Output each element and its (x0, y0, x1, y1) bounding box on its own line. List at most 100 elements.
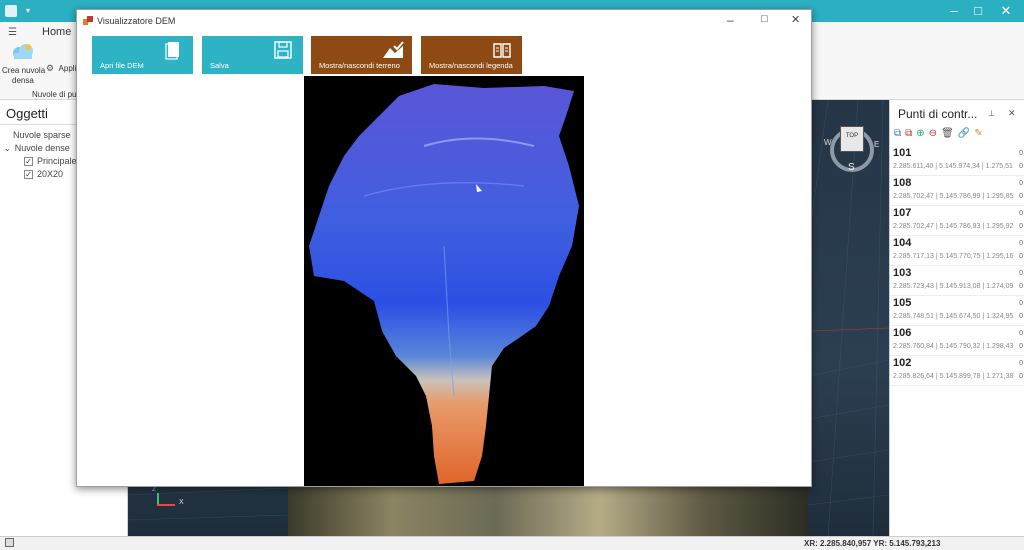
save-status-icon[interactable] (5, 538, 14, 547)
dem-minimize-button[interactable]: – (727, 13, 734, 27)
control-point-id: 104 (893, 237, 912, 249)
remove-icon[interactable]: ⊖ (929, 128, 937, 142)
checkbox-principale[interactable]: ✓ (24, 156, 33, 166)
control-point-value: 0 (1019, 283, 1023, 290)
control-points-panel: Punti di contr... ⊥ ✕ ⧉ ⧉ ⊕ ⊖ 🗑 🔗 ✎ 101 0… (889, 100, 1024, 536)
control-point-id: 103 (893, 267, 912, 279)
control-point-row[interactable]: 104 0 2.285.717,13 | 5.145.770,75 | 1.295,… (890, 236, 1024, 266)
checkbox-20x20[interactable]: ✓ (24, 169, 33, 179)
tree-item-20x20[interactable]: ✓ 20X20 (24, 169, 63, 179)
save-label: Salva (210, 61, 229, 70)
control-point-id: 106 (893, 327, 912, 339)
control-point-coordinates: 2.285.723,43 | 5.145.913,08 | 1.274,09 (893, 283, 1014, 290)
control-point-value: 0 (1019, 313, 1023, 320)
control-point-row[interactable]: 103 0 2.285.723,43 | 5.145.913,08 | 1.274,… (890, 266, 1024, 296)
tab-home[interactable]: Home (42, 26, 71, 38)
maximize-button[interactable]: □ (968, 3, 988, 18)
link-icon[interactable]: 🔗 (958, 128, 970, 142)
tree-item-dense-clouds[interactable]: ⌄ Nuvole dense (4, 143, 70, 153)
create-dense-cloud-label-1: Crea nuvola (2, 66, 46, 75)
file-menu-icon[interactable]: ☰ (8, 27, 22, 38)
cloud-icon (13, 44, 33, 59)
app-logo-icon (5, 5, 17, 17)
book-icon (493, 43, 511, 58)
dem-elevation-render (309, 84, 579, 484)
open-dem-file-label: Apri file DEM (100, 61, 144, 70)
toggle-legend-label: Mostra/nascondi legenda (429, 61, 513, 70)
control-point-count: 0 (1019, 240, 1023, 247)
pin-icon[interactable]: ⊥ (988, 109, 995, 118)
control-point-row[interactable]: 107 0 2.285.702,47 | 5.145.786,93 | 1.295,… (890, 206, 1024, 236)
control-point-coordinates: 2.285.826,64 | 5.145.899,78 | 1.271,38 (893, 373, 1014, 380)
control-point-id: 101 (893, 147, 912, 159)
control-point-row[interactable]: 105 0 2.285.748,51 | 5.145.674,50 | 1.324,… (890, 296, 1024, 326)
control-point-id: 107 (893, 207, 912, 219)
axis-z-label: Z (152, 486, 157, 493)
axis-indicator: Z X (152, 486, 192, 516)
view-cube[interactable]: TOP W E S (824, 122, 884, 182)
minimize-button[interactable]: – (944, 3, 964, 18)
apply-icon: ⚙ (46, 63, 55, 73)
axis-x-line (157, 504, 175, 506)
control-point-count: 0 (1019, 180, 1023, 187)
close-button[interactable]: ✕ (996, 3, 1016, 19)
create-dense-cloud-button[interactable]: Crea nuvola densa (0, 42, 46, 90)
control-point-count: 0 (1019, 300, 1023, 307)
create-dense-cloud-label-2: densa (12, 76, 34, 85)
main-application-window: ▾ – □ ✕ ☰ Home Crea nuvola densa ⚙ Appli… (0, 0, 1024, 550)
control-point-coordinates: 2.285.611,40 | 5.145.974,34 | 1.275,51 (893, 163, 1013, 170)
open-dem-file-button[interactable]: Apri file DEM (92, 36, 193, 74)
import-icon[interactable]: ⧉ (905, 128, 912, 142)
dem-close-button[interactable]: ✕ (791, 13, 800, 26)
quick-access-dropdown[interactable]: ▾ (18, 6, 38, 15)
tree-item-sparse-clouds[interactable]: Nuvole sparse (13, 130, 71, 140)
save-button[interactable]: Salva (202, 36, 303, 74)
control-point-id: 105 (893, 297, 912, 309)
control-point-value: 0 (1019, 193, 1023, 200)
control-point-value: 0 (1019, 343, 1023, 350)
compass-east: E (874, 140, 880, 149)
control-point-count: 0 (1019, 330, 1023, 337)
panel-close-icon[interactable]: ✕ (1008, 108, 1016, 119)
control-point-row[interactable]: 106 0 2.285.760,84 | 5.145.790,32 | 1.298,… (890, 326, 1024, 356)
brush-icon[interactable]: ✎ (974, 128, 982, 142)
tree-item-principale[interactable]: ✓ Principale (24, 156, 77, 166)
toggle-legend-button[interactable]: Mostra/nascondi legenda (421, 36, 522, 74)
delete-icon[interactable]: 🗑 (941, 128, 954, 142)
copy-icon[interactable]: ⧉ (894, 128, 901, 142)
apply-label: Appli (58, 64, 77, 73)
control-point-value: 0 (1019, 373, 1023, 380)
dem-app-icon (83, 16, 93, 25)
dem-window-title: Visualizzatore DEM (97, 16, 176, 26)
expand-chevron-icon[interactable]: ⌄ (4, 144, 11, 153)
dem-maximize-button[interactable]: □ (761, 13, 768, 25)
axis-x-label: X (179, 499, 184, 506)
control-point-value: 0 (1019, 163, 1023, 170)
status-bar: XR: 2.285.840,957 YR: 5.145.793,213 (0, 536, 1024, 550)
control-point-row[interactable]: 102 0 2.285.826,64 | 5.145.899,78 | 1.271,… (890, 356, 1024, 386)
control-point-count: 0 (1019, 270, 1023, 277)
control-points-list: 101 0 2.285.611,40 | 5.145.974,34 | 1.275,… (890, 146, 1024, 386)
dem-viewer-dialog: Visualizzatore DEM – □ ✕ Apri file DEM S… (76, 9, 812, 487)
control-point-id: 108 (893, 177, 912, 189)
control-point-coordinates: 2.285.702,47 | 5.145.786,93 | 1.295,92 (893, 223, 1014, 230)
objects-panel-title: Oggetti (6, 106, 48, 121)
control-point-count: 0 (1019, 360, 1023, 367)
control-points-toolbar: ⧉ ⧉ ⊕ ⊖ 🗑 🔗 ✎ (894, 128, 1022, 142)
compass-south: S (848, 162, 855, 173)
control-points-title: Punti di contr... (898, 107, 978, 121)
dem-elevation-map[interactable] (304, 76, 584, 486)
control-point-row[interactable]: 108 0 2.285.702,47 | 5.145.786,99 | 1.295,… (890, 176, 1024, 206)
toggle-terrain-label: Mostra/nascondi terreno (319, 61, 400, 70)
control-point-coordinates: 2.285.748,51 | 5.145.674,50 | 1.324,95 (893, 313, 1014, 320)
control-point-count: 0 (1019, 210, 1023, 217)
cube-top-face[interactable]: TOP (840, 126, 864, 152)
control-point-value: 0 (1019, 253, 1023, 260)
apply-button[interactable]: ⚙ Appli (46, 58, 78, 73)
floppy-disk-icon (274, 41, 292, 59)
cursor-coordinates: XR: 2.285.840,957 YR: 5.145.793,213 (804, 539, 941, 548)
add-icon[interactable]: ⊕ (916, 128, 924, 142)
control-point-row[interactable]: 101 0 2.285.611,40 | 5.145.974,34 | 1.275,… (890, 146, 1024, 176)
toggle-terrain-button[interactable]: Mostra/nascondi terreno (311, 36, 412, 74)
dem-titlebar: Visualizzatore DEM – □ ✕ (77, 10, 811, 32)
